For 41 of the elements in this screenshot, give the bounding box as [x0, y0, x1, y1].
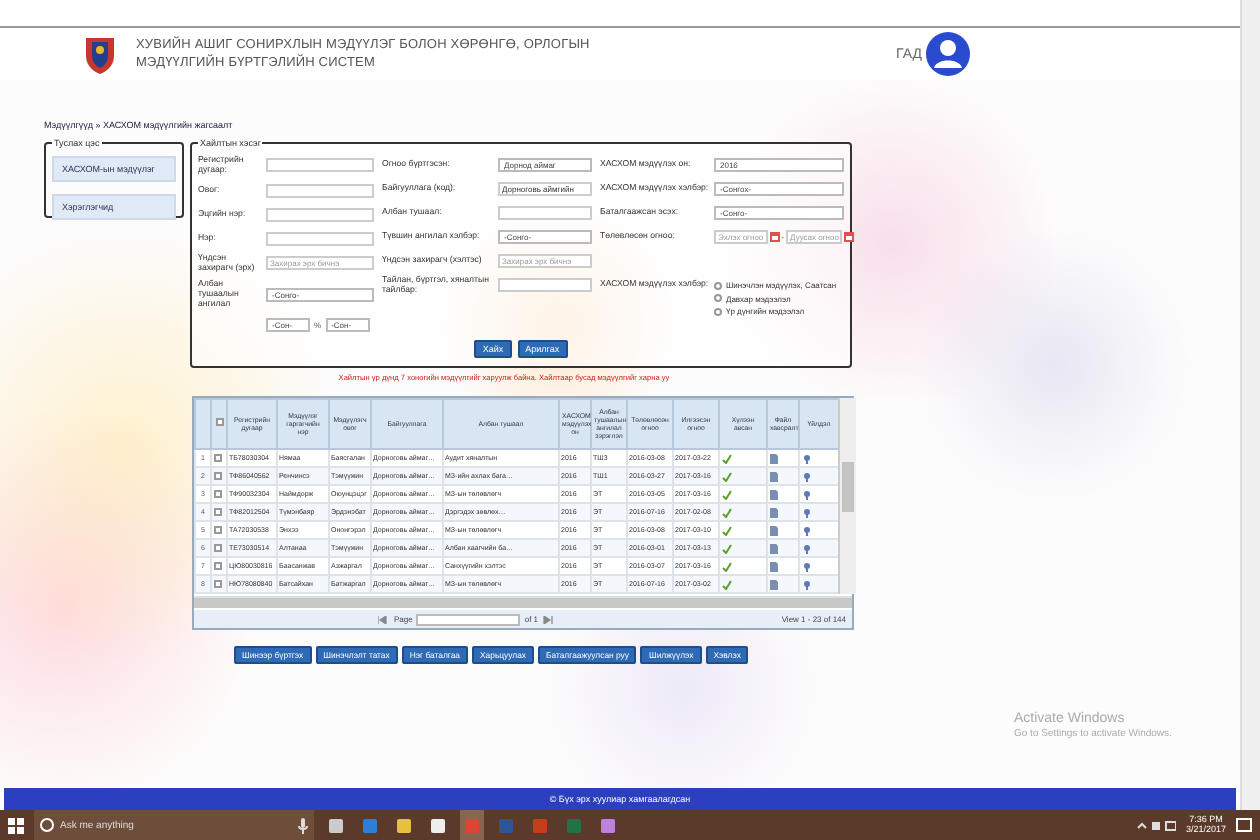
pin-icon[interactable]: [801, 507, 811, 517]
pin-icon[interactable]: [801, 561, 811, 571]
radio-button[interactable]: [714, 281, 722, 289]
tray-icons[interactable]: [1135, 819, 1176, 831]
calendar-icon[interactable]: [844, 232, 855, 242]
checkbox[interactable]: [213, 525, 221, 533]
windows-icon[interactable]: [8, 817, 24, 833]
scrollbar[interactable]: [194, 596, 852, 608]
pin-icon[interactable]: [801, 543, 811, 553]
page-field[interactable]: [416, 613, 521, 625]
pin-icon[interactable]: [801, 579, 811, 589]
checkbox[interactable]: [213, 471, 221, 479]
checkbox[interactable]: [213, 507, 221, 515]
microphone-icon: [298, 817, 308, 833]
checkbox[interactable]: [213, 543, 221, 551]
emblem-icon: [84, 34, 116, 74]
user-icon[interactable]: [925, 32, 970, 76]
first-page-icon[interactable]: [378, 615, 390, 623]
pin-icon[interactable]: [801, 489, 811, 499]
last-page-icon[interactable]: [542, 615, 555, 623]
scrollbar[interactable]: [1240, 0, 1260, 810]
input-field[interactable]: [498, 278, 592, 293]
pin-icon[interactable]: [801, 453, 811, 463]
radio-button[interactable]: [714, 294, 722, 302]
pin-icon[interactable]: [801, 525, 811, 535]
input-field[interactable]: [266, 183, 374, 198]
checkbox[interactable]: [213, 453, 221, 461]
checkbox[interactable]: [213, 489, 221, 497]
checkbox[interactable]: [213, 579, 221, 587]
circle-icon: [40, 818, 54, 832]
input-field[interactable]: [266, 207, 374, 222]
scrollbar[interactable]: [838, 398, 856, 594]
pin-icon[interactable]: [801, 471, 811, 481]
input-field[interactable]: [498, 206, 592, 220]
checkbox[interactable]: [215, 418, 223, 427]
checkbox[interactable]: [213, 561, 221, 569]
radio-button[interactable]: [714, 307, 722, 315]
calendar-icon[interactable]: [769, 232, 780, 242]
input-field[interactable]: [266, 231, 374, 246]
input-field[interactable]: [266, 158, 374, 173]
notification-icon[interactable]: [1236, 817, 1252, 833]
